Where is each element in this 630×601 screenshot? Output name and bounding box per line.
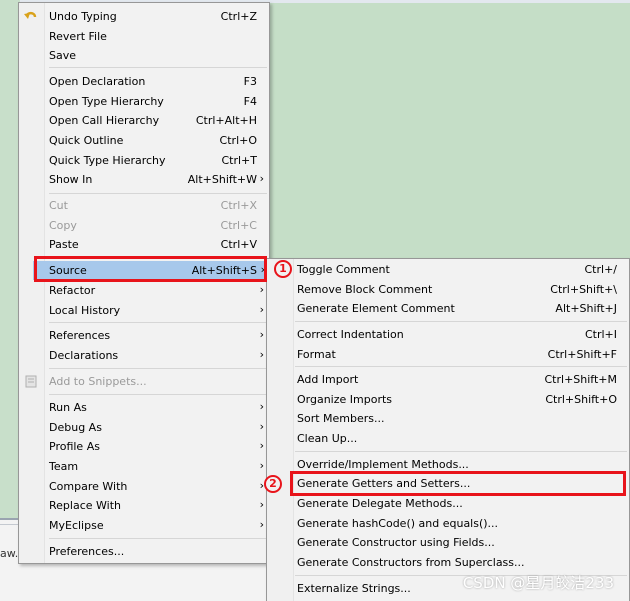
submenu-item-sort-members[interactable]: Sort Members... bbox=[267, 409, 629, 428]
menu-separator bbox=[49, 322, 267, 323]
menu-item-quick-type-hierarchy[interactable]: Quick Type Hierarchy Ctrl+T bbox=[19, 151, 269, 170]
menu-separator bbox=[49, 67, 267, 68]
menu-item-preferences[interactable]: Preferences... bbox=[19, 542, 269, 561]
menu-item-debug-as[interactable]: Debug As › bbox=[19, 418, 269, 437]
submenu-arrow-icon: › bbox=[259, 420, 264, 433]
step-marker-1: 1 bbox=[274, 260, 292, 278]
menu-item-declarations[interactable]: Declarations › bbox=[19, 346, 269, 365]
menu-item-run-as[interactable]: Run As › bbox=[19, 398, 269, 417]
submenu-item-generate-hashcode-equals[interactable]: Generate hashCode() and equals()... bbox=[267, 514, 629, 533]
menu-item-open-call-hierarchy[interactable]: Open Call Hierarchy Ctrl+Alt+H bbox=[19, 111, 269, 130]
menu-item-local-history[interactable]: Local History › bbox=[19, 301, 269, 320]
menu-item-quick-outline[interactable]: Quick Outline Ctrl+O bbox=[19, 131, 269, 150]
submenu-arrow-icon: › bbox=[259, 518, 264, 531]
menu-item-copy[interactable]: Copy Ctrl+C bbox=[19, 216, 269, 235]
submenu-item-generate-delegate-methods[interactable]: Generate Delegate Methods... bbox=[267, 494, 629, 513]
highlight-box-getters-setters bbox=[290, 471, 626, 496]
submenu-arrow-icon: › bbox=[259, 172, 264, 185]
submenu-item-generate-element-comment[interactable]: Generate Element Comment Alt+Shift+J bbox=[267, 299, 629, 318]
submenu-arrow-icon: › bbox=[259, 459, 264, 472]
submenu-item-toggle-comment[interactable]: Toggle Comment Ctrl+/ bbox=[267, 260, 629, 279]
submenu-arrow-icon: › bbox=[259, 400, 264, 413]
submenu-item-clean-up[interactable]: Clean Up... bbox=[267, 429, 629, 448]
submenu-arrow-icon: › bbox=[259, 439, 264, 452]
menu-item-add-to-snippets[interactable]: Add to Snippets... bbox=[19, 372, 269, 391]
menu-item-references[interactable]: References › bbox=[19, 326, 269, 345]
menu-item-myeclipse[interactable]: MyEclipse › bbox=[19, 516, 269, 535]
menu-separator bbox=[295, 321, 627, 322]
menu-item-undo-typing[interactable]: Undo Typing Ctrl+Z bbox=[19, 7, 269, 26]
bottom-panel-text: aw. bbox=[0, 547, 19, 560]
menu-item-show-in[interactable]: Show In Alt+Shift+W › bbox=[19, 170, 269, 189]
submenu-item-add-import[interactable]: Add Import Ctrl+Shift+M bbox=[267, 370, 629, 389]
menu-item-refactor[interactable]: Refactor › bbox=[19, 281, 269, 300]
menu-item-cut[interactable]: Cut Ctrl+X bbox=[19, 196, 269, 215]
submenu-arrow-icon: › bbox=[259, 498, 264, 511]
submenu-item-organize-imports[interactable]: Organize Imports Ctrl+Shift+O bbox=[267, 390, 629, 409]
menu-item-save[interactable]: Save bbox=[19, 46, 269, 65]
submenu-arrow-icon: › bbox=[259, 283, 264, 296]
submenu-item-correct-indentation[interactable]: Correct Indentation Ctrl+I bbox=[267, 325, 629, 344]
menu-item-compare-with[interactable]: Compare With › bbox=[19, 477, 269, 496]
menu-separator bbox=[49, 538, 267, 539]
submenu-item-generate-constructors-superclass[interactable]: Generate Constructors from Superclass... bbox=[267, 553, 629, 572]
menu-item-replace-with[interactable]: Replace With › bbox=[19, 496, 269, 515]
menu-item-open-type-hierarchy[interactable]: Open Type Hierarchy F4 bbox=[19, 92, 269, 111]
editor-context-menu: Undo Typing Ctrl+Z Revert File Save Open… bbox=[18, 2, 270, 564]
menu-item-profile-as[interactable]: Profile As › bbox=[19, 437, 269, 456]
submenu-arrow-icon: › bbox=[259, 348, 264, 361]
menu-separator bbox=[49, 368, 267, 369]
menu-item-revert-file[interactable]: Revert File bbox=[19, 27, 269, 46]
submenu-item-generate-constructor-fields[interactable]: Generate Constructor using Fields... bbox=[267, 533, 629, 552]
editor-ruler bbox=[0, 0, 20, 520]
menu-separator bbox=[295, 366, 627, 367]
menu-item-open-declaration[interactable]: Open Declaration F3 bbox=[19, 72, 269, 91]
snippet-icon bbox=[23, 374, 39, 389]
submenu-item-format[interactable]: Format Ctrl+Shift+F bbox=[267, 345, 629, 364]
undo-icon bbox=[23, 9, 39, 24]
menu-separator bbox=[295, 451, 627, 452]
source-submenu: Toggle Comment Ctrl+/ Remove Block Comme… bbox=[266, 258, 630, 601]
watermark: CSDN @星月皎洁233 bbox=[462, 574, 614, 592]
submenu-arrow-icon: › bbox=[259, 303, 264, 316]
highlight-box-source bbox=[34, 256, 267, 282]
menu-item-team[interactable]: Team › bbox=[19, 457, 269, 476]
menu-item-paste[interactable]: Paste Ctrl+V bbox=[19, 235, 269, 254]
menu-separator bbox=[49, 193, 267, 194]
menu-separator bbox=[49, 394, 267, 395]
submenu-item-remove-block-comment[interactable]: Remove Block Comment Ctrl+Shift+\ bbox=[267, 280, 629, 299]
submenu-arrow-icon: › bbox=[259, 328, 264, 341]
step-marker-2: 2 bbox=[264, 475, 282, 493]
